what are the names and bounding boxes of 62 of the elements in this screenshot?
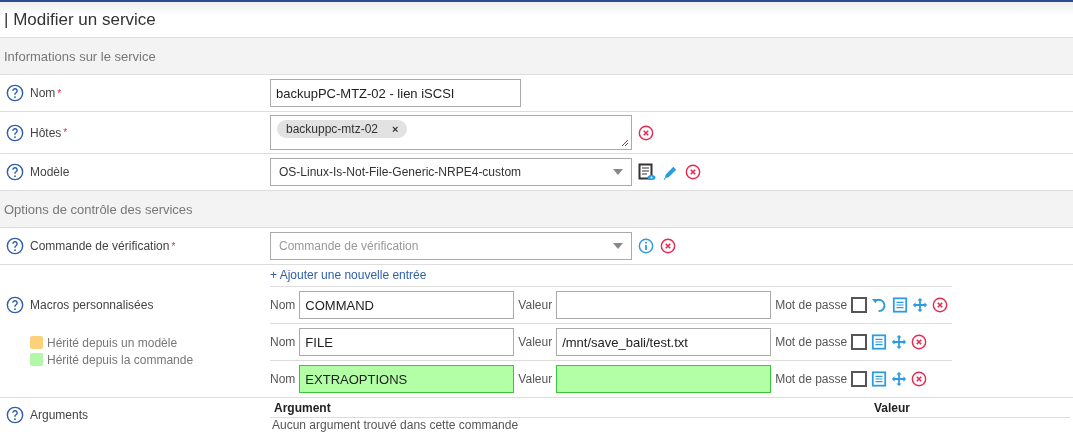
info-icon[interactable] [638,238,654,254]
macro-value-label: Valeur [518,298,553,312]
section-title: Informations sur le service [4,48,156,64]
macro-name-input[interactable]: COMMAND [299,291,515,319]
name-input[interactable]: backupPC-MTZ-02 - lien iSCSI [270,79,521,107]
delete-icon[interactable] [911,371,928,387]
hosts-field[interactable]: backuppc-mtz-02 × [270,115,632,150]
document-view-icon[interactable] [638,163,656,181]
field-label: Hôtes [30,125,62,140]
clear-icon[interactable] [638,124,654,141]
password-label: Mot de passe [775,298,848,312]
dropdown-caret-icon [613,243,623,249]
macro-value-input[interactable]: /mnt/save_bali/test.txt [556,328,772,356]
password-checkbox[interactable] [851,334,868,350]
help-icon[interactable] [6,163,24,181]
password-label: Mot de passe [775,372,848,386]
host-tag: backuppc-mtz-02 × [277,120,408,138]
help-icon[interactable] [6,84,24,102]
help-icon[interactable] [6,295,24,314]
macro-value-label: Valeur [518,372,553,386]
clear-icon[interactable] [660,238,676,254]
macro-name-label: Nom [270,298,296,312]
dropdown-caret-icon [613,169,623,175]
empty-message: Aucun argument trouvé dans cette commande [271,418,519,432]
field-label: Macros personnalisées [30,297,154,312]
select-dropdown[interactable]: OS-Linux-Is-Not-File-Generic-NRPE4-custom [270,158,632,186]
add-entry-link[interactable]: + Ajouter une nouvelle entrée [270,265,953,286]
move-icon[interactable] [912,297,929,313]
legend-label: Hérité depuis un modèle [47,335,178,350]
help-icon[interactable] [6,406,24,424]
macro-name-input[interactable]: FILE [299,328,515,356]
required-mark: * [57,87,62,99]
field-label: Commande de vérification [30,239,170,253]
move-icon[interactable] [891,334,908,350]
clear-icon[interactable] [685,164,701,180]
resize-grip-icon[interactable] [621,139,629,147]
required-mark: * [63,127,68,138]
password-checkbox[interactable] [851,371,868,387]
macro-value-input[interactable] [556,291,772,319]
legend-label: Hérité depuis la commande [47,352,194,367]
delete-icon[interactable] [932,297,949,313]
macro-value-input[interactable] [556,365,772,393]
page-title: | Modifier un service [4,9,156,30]
tag-remove-button[interactable]: × [392,123,399,135]
required-mark: * [171,240,176,252]
password-label: Mot de passe [775,335,848,349]
column-header: Argument [274,401,331,415]
help-icon[interactable] [6,237,24,255]
field-label: Nom [30,86,56,100]
password-checkbox[interactable] [851,297,868,313]
section-title: Options de contrôle des services [4,201,193,217]
description-icon[interactable] [892,297,909,313]
column-header: Valeur [873,401,910,415]
macro-name-label: Nom [270,335,296,349]
move-icon[interactable] [891,371,908,387]
delete-icon[interactable] [911,334,928,350]
field-label: Modèle [30,165,70,179]
field-label: Arguments [30,408,89,422]
macro-value-label: Valeur [518,335,553,349]
macro-name-label: Nom [270,372,296,386]
help-icon[interactable] [6,123,24,142]
macro-name-input[interactable]: EXTRAOPTIONS [299,365,515,393]
